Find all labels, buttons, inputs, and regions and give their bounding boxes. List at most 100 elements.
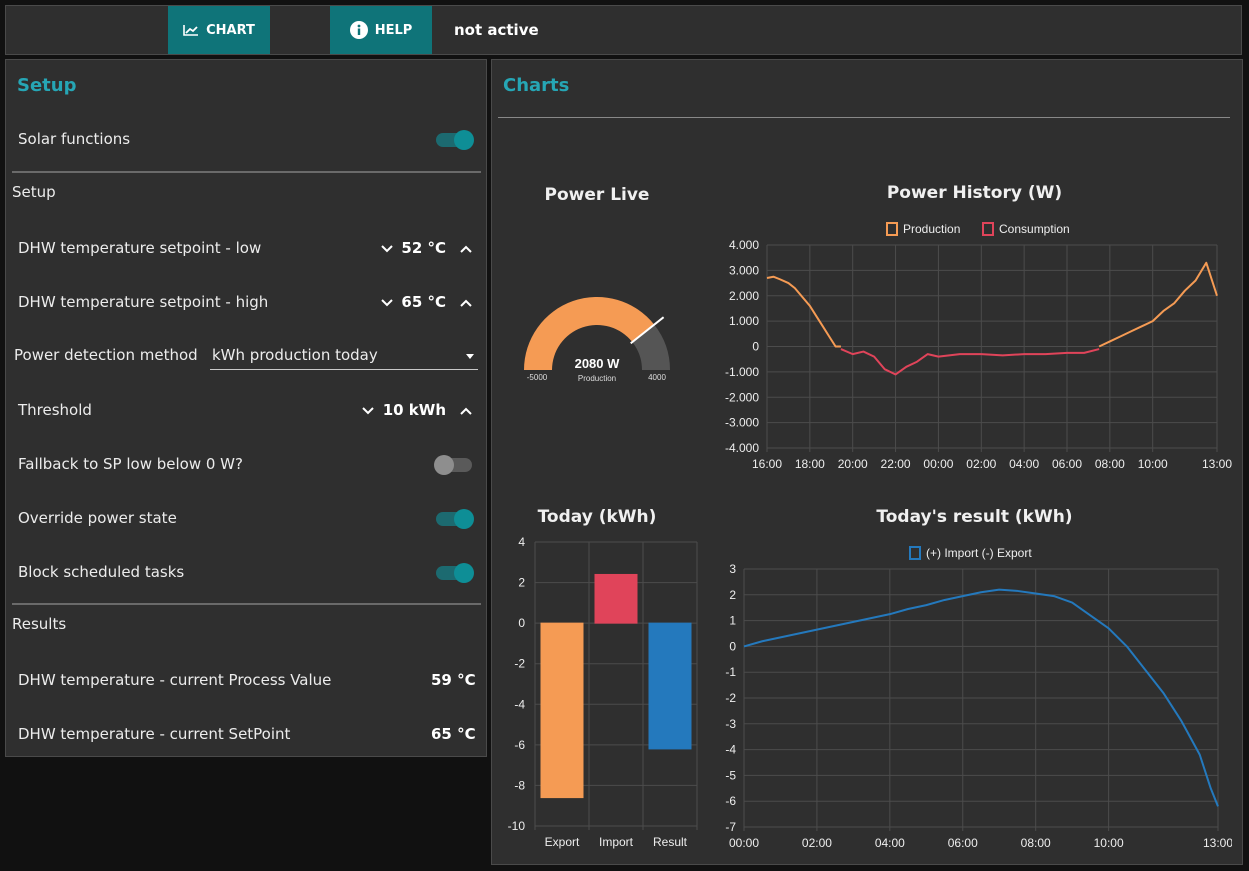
sp-high-value: 65 °C: [401, 293, 446, 311]
help-button-label: HELP: [374, 22, 413, 38]
threshold-value: 10 kWh: [382, 401, 446, 419]
power-live-gauge: 2080 W Production -5000 4000: [524, 297, 670, 383]
y-tick-label: -4: [725, 743, 736, 757]
y-tick-label: -3: [725, 717, 736, 731]
today-title: Today (kWh): [537, 507, 657, 527]
x-tick-label: 10:00: [1094, 836, 1124, 850]
legend-swatch: [982, 222, 994, 236]
y-tick-label: 2: [729, 588, 736, 602]
power-method-label: Power detection method: [14, 346, 198, 364]
y-tick-label: -2.000: [725, 390, 759, 404]
charts-panel: Charts Power Live 2080 W Production -5000 4…: [491, 59, 1243, 865]
y-tick-label: -3.000: [725, 416, 759, 430]
x-tick-label: 02:00: [966, 457, 996, 471]
sp-high-label: DHW temperature setpoint - high: [18, 293, 269, 311]
chevron-up-icon[interactable]: [458, 295, 474, 311]
sp-label: DHW temperature - current SetPoint: [18, 725, 291, 743]
sp-value: 65 °C: [431, 725, 476, 743]
x-tick-label: 04:00: [1009, 457, 1039, 471]
setup-title: Setup: [17, 75, 77, 96]
y-tick-label: 4.000: [729, 238, 759, 252]
power-method-select[interactable]: kWh production today: [210, 346, 478, 370]
setup-panel: Setup Solar functions Setup DHW temperat…: [5, 59, 487, 757]
block-toggle[interactable]: [436, 563, 474, 583]
y-tick-label: -10: [508, 819, 526, 833]
legend-label: (+) Import (-) Export: [926, 546, 1032, 560]
y-tick-label: -2: [514, 657, 525, 671]
today-bar-chart: 4 2 0 -2 -4 -6 -8 -10 Export Import Result: [508, 535, 698, 849]
power-history-title: Power History (W): [886, 183, 1063, 203]
y-tick-label: 3.000: [729, 263, 759, 277]
chart-button[interactable]: CHART: [168, 6, 270, 54]
result-title: Today's result (kWh): [876, 507, 1073, 527]
solar-functions-toggle[interactable]: [436, 130, 474, 150]
y-tick-label: 0: [752, 340, 759, 354]
bar: [648, 622, 692, 750]
caret-down-icon: [466, 354, 474, 359]
gauge-sublabel: Production: [578, 374, 616, 383]
y-tick-label: 1: [729, 614, 736, 628]
x-tick-label: 06:00: [1052, 457, 1082, 471]
x-tick-label: 02:00: [802, 836, 832, 850]
gauge-value-label: 2080 W: [575, 356, 621, 371]
chevron-up-icon[interactable]: [458, 403, 474, 419]
gauge-title: Power Live: [544, 185, 650, 205]
y-tick-label: 1.000: [729, 314, 759, 328]
y-tick-label: -2: [725, 691, 736, 705]
x-tick-label: Import: [599, 835, 634, 849]
power-history-chart: Production Consumption 4.000 3.000 2.000 1.00…: [725, 222, 1232, 471]
legend-swatch: [909, 546, 921, 560]
y-tick-label: 3: [729, 562, 736, 576]
sp-low-label: DHW temperature setpoint - low: [18, 239, 262, 257]
y-tick-label: 0: [729, 639, 736, 653]
threshold-label: Threshold: [18, 401, 92, 419]
pv-label: DHW temperature - current Process Value: [18, 671, 332, 689]
bar: [594, 573, 638, 624]
x-tick-label: 10:00: [1138, 457, 1168, 471]
fallback-toggle[interactable]: [434, 455, 472, 475]
power-method-value: kWh production today: [212, 346, 378, 364]
y-tick-label: -1: [725, 665, 736, 679]
bar: [540, 622, 584, 799]
y-tick-label: -5: [725, 768, 736, 782]
y-tick-label: -4: [514, 697, 525, 711]
y-tick-label: -6: [725, 794, 736, 808]
info-icon: [349, 21, 368, 39]
y-tick-label: 2: [518, 576, 525, 590]
x-tick-label: 18:00: [795, 457, 825, 471]
x-tick-label: 16:00: [752, 457, 782, 471]
x-tick-label: 00:00: [923, 457, 953, 471]
status-text: not active: [454, 21, 539, 39]
section-setup-label: Setup: [12, 183, 56, 201]
fallback-label: Fallback to SP low below 0 W?: [18, 455, 243, 473]
x-tick-label: 22:00: [881, 457, 911, 471]
chevron-up-icon[interactable]: [458, 241, 474, 257]
sp-low-value: 52 °C: [401, 239, 446, 257]
x-tick-label: Export: [545, 835, 580, 849]
legend-swatch: [886, 222, 898, 236]
override-label: Override power state: [18, 509, 177, 527]
y-tick-label: 4: [518, 535, 525, 549]
result-line-chart: (+) Import (-) Export 3 2 1 0 -1 -2 -3 -4 -5 -6 -7 0…: [725, 546, 1232, 850]
series-line: [766, 275, 841, 348]
x-tick-label: 06:00: [948, 836, 978, 850]
legend-label: Production: [903, 222, 960, 236]
series-line: [1098, 261, 1218, 348]
legend-label: Consumption: [999, 222, 1070, 236]
x-tick-label: 00:00: [729, 836, 759, 850]
divider: [12, 171, 481, 173]
y-tick-label: -7: [725, 820, 736, 834]
help-button[interactable]: HELP: [330, 6, 432, 54]
x-tick-label: 08:00: [1021, 836, 1051, 850]
y-tick-label: -6: [514, 738, 525, 752]
y-tick-label: -1.000: [725, 365, 759, 379]
x-tick-label: Result: [653, 835, 688, 849]
line-chart-icon: [183, 25, 199, 36]
series-line: [840, 348, 1100, 376]
y-tick-label: -8: [514, 778, 525, 792]
gauge-min-label: -5000: [527, 373, 548, 382]
x-tick-label: 13:00: [1203, 836, 1232, 850]
override-toggle[interactable]: [436, 509, 474, 529]
y-tick-label: -4.000: [725, 441, 759, 455]
charts-title: Charts: [503, 75, 570, 96]
